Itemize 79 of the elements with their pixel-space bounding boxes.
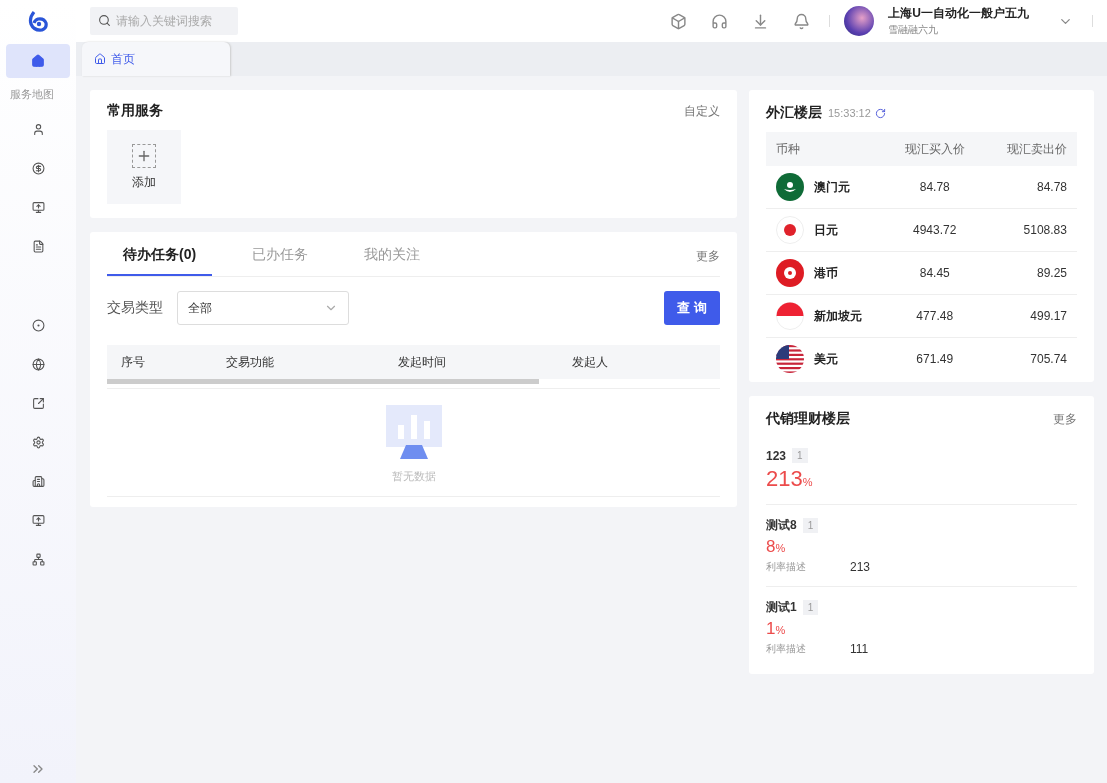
- product-badge: 1: [802, 518, 819, 533]
- rate-description-label: 利率描述: [766, 560, 807, 574]
- flag-icon: [776, 173, 804, 201]
- column-header: 现汇买入价: [903, 140, 966, 158]
- user-subtitle: 雪融融六九: [888, 23, 940, 37]
- external-link-icon: [31, 396, 45, 410]
- product-badge: 1: [802, 600, 819, 615]
- page-tab[interactable]: 首页: [82, 42, 230, 76]
- product-name: 123: [766, 448, 787, 463]
- currency-name: 美元: [814, 350, 838, 368]
- currency-name: 新加坡元: [814, 307, 862, 325]
- building-icon: [31, 474, 45, 488]
- monitor-icon: [31, 200, 45, 214]
- task-tab[interactable]: 已办任务: [236, 236, 325, 276]
- buy-price: 84.45: [918, 266, 951, 280]
- rate-value: 1%: [766, 619, 787, 639]
- buy-price: 671.49: [915, 352, 955, 366]
- column-header: 币种: [776, 140, 801, 158]
- card-title: 代销理财楼层: [766, 410, 850, 428]
- currency-name: 港币: [814, 264, 838, 282]
- product-name: 测试1: [766, 599, 797, 616]
- sidebar-item[interactable]: [6, 44, 70, 78]
- buy-price: 477.48: [915, 309, 955, 323]
- monitor-icon: [31, 513, 45, 527]
- search-icon: [98, 14, 111, 27]
- empty-text: 暂无数据: [391, 469, 436, 484]
- gear-icon: [31, 435, 45, 449]
- add-service-tile[interactable]: 添加: [107, 130, 181, 204]
- product-name: 测试8: [766, 517, 797, 534]
- flag-icon: [776, 345, 804, 373]
- avatar[interactable]: [844, 6, 875, 36]
- more-link[interactable]: 更多: [696, 247, 720, 265]
- user-icon: [31, 122, 45, 136]
- globe-icon: [31, 357, 45, 371]
- customize-link[interactable]: 自定义: [684, 102, 720, 120]
- rate-description-value: 213: [850, 560, 872, 574]
- rate-description-label: 利率描述: [766, 642, 807, 656]
- rate-value: 8%: [766, 537, 787, 557]
- product-badge: 1: [792, 448, 808, 463]
- plus-icon: [132, 143, 156, 168]
- sidebar-section-label: 服务地图: [9, 87, 54, 102]
- sell-price: 499.17: [1029, 309, 1067, 323]
- card-title: 外汇楼层: [766, 104, 822, 122]
- currency-name: 澳门元: [814, 178, 850, 196]
- filter-label: 交易类型: [107, 299, 163, 317]
- more-link[interactable]: 更多: [1053, 410, 1077, 428]
- rate-description-value: 111: [850, 642, 870, 656]
- target-icon: [31, 318, 45, 332]
- column-header: 发起人: [572, 353, 609, 371]
- logo-icon: [28, 10, 48, 32]
- sell-price: 84.78: [1035, 180, 1067, 194]
- empty-chart-icon: [385, 405, 442, 459]
- task-tab[interactable]: 待办任务(0): [107, 236, 213, 276]
- task-tab[interactable]: 我的关注: [348, 236, 437, 276]
- query-button[interactable]: 查 询: [664, 291, 720, 325]
- update-time: 15:33:12: [828, 107, 871, 119]
- flag-icon: [776, 216, 804, 244]
- buy-price: 4943.72: [912, 223, 958, 237]
- card-title: 常用服务: [107, 102, 163, 120]
- network-icon: [31, 552, 45, 566]
- sell-price: 5108.83: [1022, 223, 1067, 237]
- buy-price: 84.78: [918, 180, 951, 194]
- search-field[interactable]: 请输入关键词搜索: [90, 7, 238, 35]
- rate-value: 213%: [766, 466, 814, 492]
- home-icon: [31, 54, 45, 68]
- dollar-coin-icon: [31, 161, 45, 175]
- user-name: 上海U一自动化一般户五九: [888, 5, 1029, 22]
- home-icon: [94, 53, 106, 65]
- column-header: 发起时间: [398, 353, 447, 371]
- column-header: 交易功能: [226, 353, 275, 371]
- sell-price: 705.74: [1029, 352, 1067, 366]
- sell-price: 89.25: [1035, 266, 1067, 280]
- column-header: 序号: [121, 353, 146, 371]
- flag-icon: [776, 302, 804, 330]
- column-header: 现汇卖出价: [1006, 140, 1067, 158]
- currency-name: 日元: [814, 221, 838, 239]
- document-icon: [31, 239, 45, 253]
- flag-icon: [776, 259, 804, 287]
- transaction-type-select[interactable]: 全部: [177, 291, 349, 325]
